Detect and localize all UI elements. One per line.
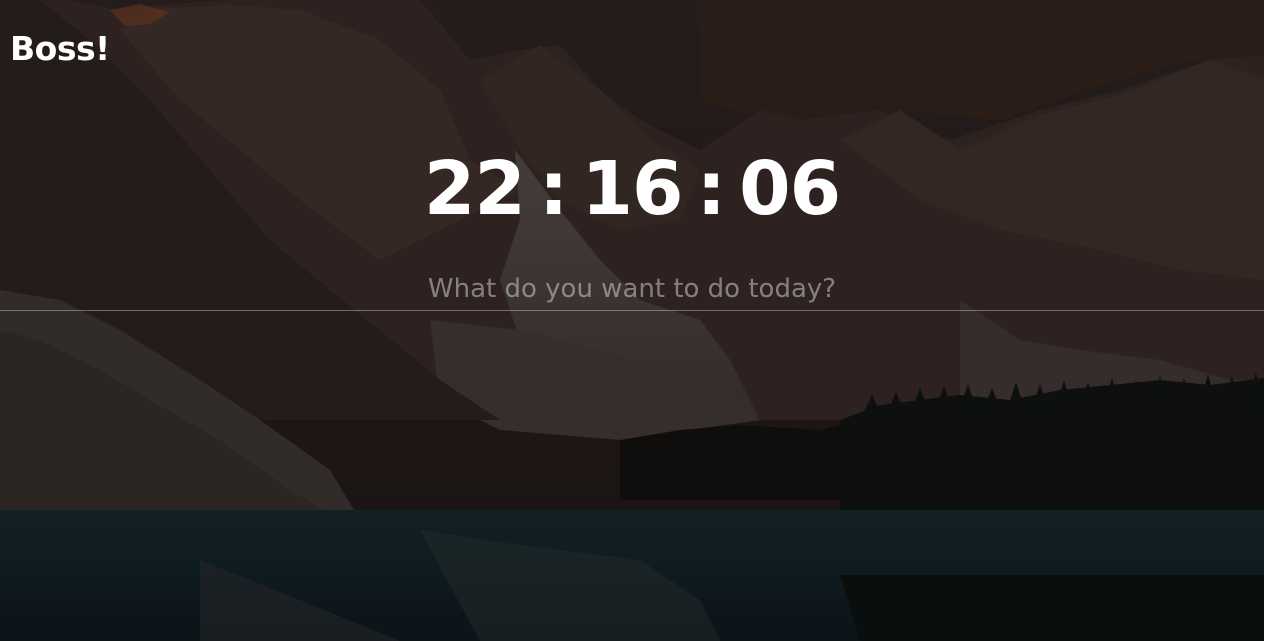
greeting-text: Boss!: [10, 29, 110, 68]
clock-separator: :: [538, 146, 569, 232]
clock-hours: 22: [423, 146, 526, 232]
focus-input[interactable]: [0, 274, 1264, 311]
clock-separator: :: [696, 146, 726, 232]
background-dim-overlay: [0, 0, 1264, 641]
focus-prompt: [0, 274, 1264, 311]
clock: 22 : 16 : 06: [0, 152, 1264, 226]
clock-seconds: 06: [739, 146, 841, 232]
clock-minutes: 16: [581, 146, 684, 232]
